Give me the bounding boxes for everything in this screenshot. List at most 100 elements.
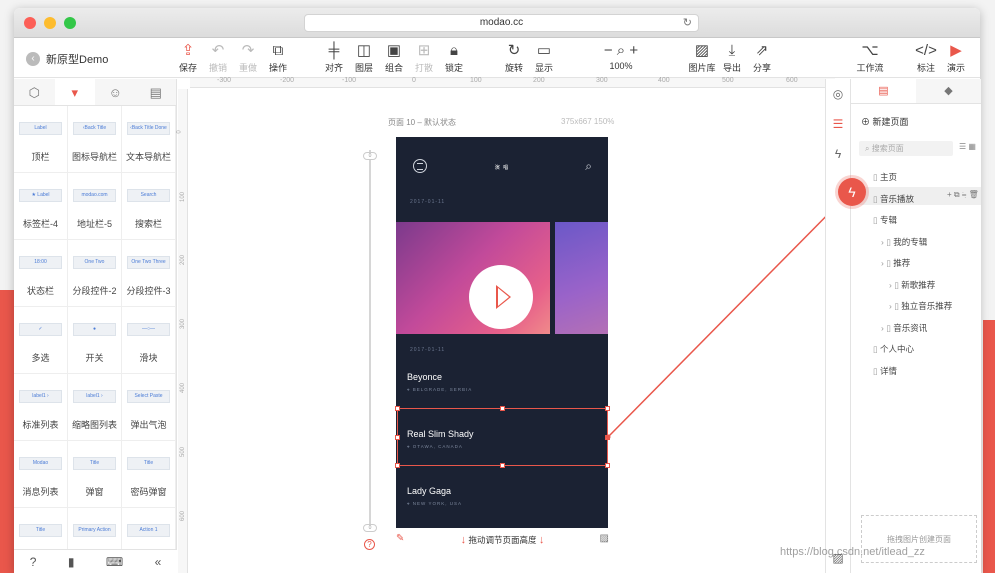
tab-basic[interactable]: ⬡ xyxy=(14,79,55,105)
widget-item[interactable]: ★ Label 标签栏-4 xyxy=(14,173,68,240)
page-tree-item[interactable]: ▯ 音乐播放 xyxy=(873,193,914,205)
widget-item[interactable]: Label 顶栏 xyxy=(14,106,68,173)
page-icon: ▯ xyxy=(873,365,881,376)
sliders-icon[interactable]: ☰ xyxy=(826,109,850,139)
location-text: BELGRADE, SERBIA xyxy=(412,387,473,392)
page-tree-item[interactable]: › ▯ 我的专辑 xyxy=(881,236,927,248)
widget-item[interactable]: Search 搜索栏 xyxy=(122,173,176,240)
page-icon: › ▯ xyxy=(881,258,894,268)
ruler-tick: -300 xyxy=(217,77,232,84)
page-icon: ▯ xyxy=(873,215,881,225)
widget-preview: Title xyxy=(73,457,116,470)
target-icon[interactable]: ◎ xyxy=(826,79,850,109)
widget-preview: Title xyxy=(19,524,62,537)
page-height-bar[interactable]: ✎ ↓ 拖动调节页面高度 ↓ ▨ xyxy=(388,529,617,551)
song-location: ⌖ NEW YORK, USA xyxy=(407,501,462,506)
widget-item[interactable]: Title 密码弹窗 xyxy=(122,441,176,508)
page-tree-item[interactable]: › ▯ 音乐资讯 xyxy=(881,322,927,334)
widget-tabs: ⬡ ▾ ☺ ▤ xyxy=(14,79,176,106)
page-top-handle[interactable]: 0 xyxy=(363,152,377,160)
page-bottom-handle[interactable]: 0 xyxy=(363,524,377,532)
widget-item[interactable]: Modao 消息列表 xyxy=(14,441,68,508)
tab-layers[interactable]: ◆ xyxy=(916,79,981,103)
page-tree-item[interactable]: ▯ 专辑 xyxy=(873,214,897,226)
page-tree-item[interactable]: ▯ 个人中心 xyxy=(873,343,914,355)
resize-handle[interactable] xyxy=(605,463,610,468)
widget-item[interactable]: ‹Back Title Done 文本导航栏 xyxy=(122,106,176,173)
page-icon: › ▯ xyxy=(889,279,902,290)
image-icon[interactable]: ▨ xyxy=(600,533,609,544)
ruler-tick: 200 xyxy=(533,77,545,84)
widget-item[interactable]: 18:00 状态栏 xyxy=(14,240,68,307)
resize-handle[interactable] xyxy=(395,463,400,468)
page-tree-item[interactable]: ▯ 详情 xyxy=(873,365,897,377)
interaction-bolt-icon[interactable]: ϟ xyxy=(838,178,866,206)
tab-icons[interactable]: ☺ xyxy=(95,79,136,105)
resize-handle[interactable] xyxy=(395,435,400,440)
smiley-icon: ☺ xyxy=(108,85,122,100)
widget-label: 地址栏-5 xyxy=(76,219,112,229)
resize-handle[interactable] xyxy=(395,406,400,411)
bolt-icon[interactable]: ϟ xyxy=(826,139,850,169)
widget-preview: ‹Back Title Done xyxy=(127,122,170,135)
widget-item[interactable]: label1 › 标准列表 xyxy=(14,374,68,441)
play-icon xyxy=(496,285,511,309)
resize-handle[interactable] xyxy=(500,463,505,468)
resize-handle[interactable] xyxy=(500,406,505,411)
widget-item[interactable]: One Two 分段控件-2 xyxy=(68,240,122,307)
tab-pages[interactable]: ▤ xyxy=(851,79,916,103)
widget-preview: ‹Back Title xyxy=(73,122,116,135)
song-title[interactable]: Lady Gaga xyxy=(407,486,451,496)
widget-item[interactable]: modao.com 地址栏-5 xyxy=(68,173,122,240)
song-title[interactable]: Beyonce xyxy=(407,372,442,382)
new-page-button[interactable]: ⊕ 新建页面 xyxy=(861,115,909,128)
resize-handle[interactable] xyxy=(605,406,610,411)
widget-label: 弹窗 xyxy=(85,487,104,497)
book-icon[interactable]: ▮ xyxy=(68,555,75,569)
widget-item[interactable]: ✓ 多选 xyxy=(14,307,68,374)
tab-templates[interactable]: ▤ xyxy=(136,79,177,105)
link-icon[interactable]: ≒ xyxy=(962,190,967,199)
collapse-icon[interactable]: « xyxy=(155,555,162,569)
widget-label: 顶栏 xyxy=(31,152,50,162)
widget-preview: One Two Three xyxy=(127,256,170,269)
ruler-tick: 400 xyxy=(658,77,670,84)
resize-handle[interactable] xyxy=(605,435,610,440)
widget-item[interactable]: —○— 滑块 xyxy=(122,307,176,374)
widget-item[interactable]: label1 › 缩略图列表 xyxy=(68,374,122,441)
vruler-tick: 100 xyxy=(180,191,187,203)
page-tree-item[interactable]: › ▯ 推荐 xyxy=(881,257,910,269)
page-tree-item[interactable]: ▯ 主页 xyxy=(873,171,897,183)
horizontal-ruler: -300 -200 -100 0 100 200 300 400 500 600 xyxy=(190,77,835,88)
widget-item[interactable]: ● 开关 xyxy=(68,307,122,374)
tab-ios[interactable]: ▾ xyxy=(54,79,95,105)
search-icon[interactable]: ⌕ xyxy=(585,159,592,174)
widget-item[interactable]: Select Paste 弹出气泡 xyxy=(122,374,176,441)
canvas-help-icon[interactable]: ? xyxy=(364,539,375,550)
page-tree-label: 新歌推荐 xyxy=(901,279,936,290)
page-search-input[interactable]: ⌕ 搜索页面 xyxy=(859,141,953,156)
ruler-tick: -100 xyxy=(342,77,357,84)
trash-icon[interactable]: 🗑︎ xyxy=(969,190,979,199)
widget-item[interactable]: ‹Back Title 图标导航栏 xyxy=(68,106,122,173)
help-icon[interactable]: ? xyxy=(30,555,37,569)
widget-item[interactable]: One Two Three 分段控件-3 xyxy=(122,240,176,307)
page-icon: ▤ xyxy=(878,85,889,97)
page-tree-label: 独立音乐推荐 xyxy=(901,301,953,311)
keyboard-icon[interactable]: ⌨ xyxy=(106,555,123,569)
page-tree-item[interactable]: › ▯ 新歌推荐 xyxy=(889,279,935,291)
vruler-tick: 200 xyxy=(180,254,187,266)
arrow-down-icon: ↓ xyxy=(460,534,467,546)
copy-icon[interactable]: ⧉ xyxy=(954,190,960,199)
page-size: 375x667 150% xyxy=(561,117,615,126)
selection-box[interactable] xyxy=(397,408,608,466)
widget-item[interactable]: Title 弹窗 xyxy=(68,441,122,508)
page-tree-item[interactable]: › ▯ 独立音乐推荐 xyxy=(889,300,952,312)
concert-card-next[interactable] xyxy=(555,222,608,334)
page-tree-label: 音乐播放 xyxy=(880,193,915,204)
phone-screen[interactable]: 演 唱 ⌕ 2017-01-11 2017-01-11 Beyonce ⌖ BE… xyxy=(396,137,608,528)
watermark: https://blog.csdn.net/itlead_zz xyxy=(780,546,925,558)
view-toggle-icon[interactable]: ☰ ▦ xyxy=(959,142,976,151)
date-label: 2017-01-11 xyxy=(410,199,446,205)
add-icon[interactable]: + xyxy=(947,190,952,199)
